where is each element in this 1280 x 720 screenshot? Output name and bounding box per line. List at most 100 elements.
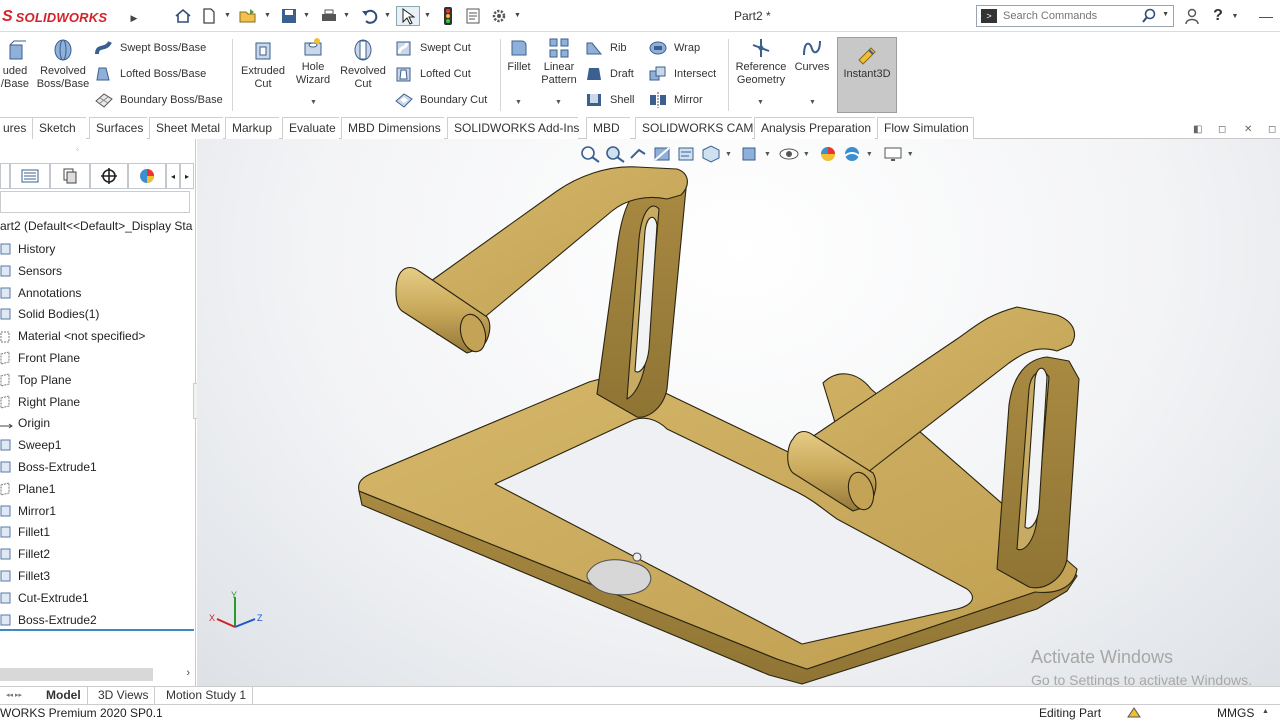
tab-flow-simulation[interactable]: Flow Simulation	[877, 117, 974, 139]
save-icon[interactable]	[278, 6, 300, 26]
extruded-boss-button[interactable]: uded /Base	[0, 37, 32, 91]
tab-motion-study[interactable]: Motion Study 1	[160, 687, 254, 704]
open-folder-icon[interactable]	[236, 6, 260, 26]
rebuild-status-icon[interactable]	[1126, 705, 1142, 720]
shell-button[interactable]: Shell	[584, 89, 634, 111]
tree-item-material-not-specified[interactable]: Material <not specified>	[0, 326, 145, 346]
boundary-boss-button[interactable]: Boundary Boss/Base	[94, 89, 223, 111]
hide-show-items-icon[interactable]	[777, 144, 801, 164]
tree-item-fillet2[interactable]: Fillet2	[0, 544, 50, 564]
close-window-icon[interactable]: ✕	[1244, 124, 1252, 135]
intersect-button[interactable]: Intersect	[648, 63, 716, 85]
chevron-down-icon[interactable]: ▼	[757, 99, 764, 106]
dynamic-annotation-icon[interactable]	[675, 144, 699, 164]
chevron-down-icon[interactable]: ▼	[809, 99, 816, 106]
chevron-down-icon[interactable]: ▼	[907, 151, 914, 158]
help-icon[interactable]: ?	[1208, 6, 1228, 26]
section-view-icon[interactable]	[651, 144, 675, 164]
tab-surfaces[interactable]: Surfaces	[89, 117, 147, 139]
chevron-left-icon[interactable]: ◂	[166, 163, 180, 189]
previous-view-icon[interactable]	[627, 144, 651, 164]
zoom-to-area-icon[interactable]	[603, 144, 627, 164]
feature-tree-scrollbar[interactable]: ›	[0, 667, 196, 681]
display-style-icon[interactable]	[738, 144, 762, 164]
user-account-icon[interactable]	[1182, 6, 1202, 26]
tree-item-sensors[interactable]: Sensors	[0, 261, 62, 281]
tree-item-plane1[interactable]: Plane1	[0, 479, 55, 499]
tab-3d-views[interactable]: 3D Views	[92, 687, 156, 704]
tree-item-sweep1[interactable]: Sweep1	[0, 435, 61, 455]
tab-model[interactable]: Model	[40, 687, 88, 704]
restore-view-icon[interactable]: ◧	[1193, 124, 1202, 135]
file-properties-icon[interactable]	[462, 6, 484, 26]
display-manager-icon[interactable]	[128, 163, 166, 189]
chevron-up-icon[interactable]: ▲	[1262, 708, 1269, 715]
tree-item-annotations[interactable]: Annotations	[0, 283, 81, 303]
view-settings-icon[interactable]	[881, 144, 905, 164]
curves-button[interactable]: Curves	[792, 37, 832, 74]
chevron-down-icon[interactable]: ▼	[303, 12, 310, 19]
chevron-down-icon[interactable]: ▼	[725, 151, 732, 158]
tab-sheet-metal[interactable]: Sheet Metal	[149, 117, 223, 139]
hole-wizard-button[interactable]: Hole Wizard	[292, 37, 334, 87]
solidworks-logo[interactable]: S SOLIDWORKS	[0, 8, 107, 26]
home-icon[interactable]	[172, 6, 194, 26]
feature-tree-filter[interactable]	[0, 191, 190, 213]
options-gear-icon[interactable]	[488, 6, 510, 26]
tab-mbd[interactable]: MBD	[586, 117, 630, 139]
tab-markup[interactable]: Markup	[225, 117, 279, 139]
tab-analysis-preparation[interactable]: Analysis Preparation	[754, 117, 875, 139]
instant3d-button[interactable]: Instant3D	[837, 37, 897, 113]
tab-solidworks-cam[interactable]: SOLIDWORKS CAM	[635, 117, 753, 139]
fillet-button[interactable]: Fillet	[502, 37, 536, 74]
tree-item-top-plane[interactable]: Top Plane	[0, 370, 71, 390]
chevron-down-icon[interactable]: ▼	[384, 12, 391, 19]
tree-item-fillet3[interactable]: Fillet3	[0, 566, 50, 586]
scrollbar-thumb[interactable]	[0, 668, 153, 681]
tab-mbd-dimensions[interactable]: MBD Dimensions	[341, 117, 444, 139]
tab-scroll-arrows-icon[interactable]: ◂◂ ▸▸	[6, 691, 22, 699]
rollback-bar[interactable]	[0, 629, 194, 631]
tree-item-cut-extrude1[interactable]: Cut-Extrude1	[0, 588, 89, 608]
chevron-down-icon[interactable]: ▼	[424, 12, 431, 19]
lofted-boss-button[interactable]: Lofted Boss/Base	[94, 63, 206, 85]
tab-solidworks-add-ins[interactable]: SOLIDWORKS Add-Ins	[447, 117, 579, 139]
chevron-down-icon[interactable]: ▼	[224, 12, 231, 19]
tab-sketch[interactable]: Sketch	[32, 117, 86, 139]
chevron-down-icon[interactable]: ▼	[764, 151, 771, 158]
chevron-right-icon[interactable]: ▶	[126, 10, 142, 26]
tab-features[interactable]: ures	[0, 117, 32, 139]
configuration-manager-icon[interactable]	[50, 163, 90, 189]
rebuild-traffic-light-icon[interactable]	[438, 6, 458, 26]
wrap-button[interactable]: Wrap	[648, 37, 700, 59]
property-manager-icon[interactable]	[10, 163, 50, 189]
lofted-cut-button[interactable]: Lofted Cut	[394, 63, 471, 85]
chevron-down-icon[interactable]: ▼	[1230, 6, 1240, 26]
chevron-down-icon[interactable]: ▼	[803, 151, 810, 158]
tree-item-mirror1[interactable]: Mirror1	[0, 501, 56, 521]
minimize-icon[interactable]: —	[1256, 6, 1276, 26]
feature-tree-root[interactable]: art2 (Default<<Default>_Display Sta	[0, 219, 192, 233]
edit-appearance-icon[interactable]	[816, 144, 840, 164]
tree-item-boss-extrude2[interactable]: Boss-Extrude2	[0, 610, 97, 630]
dimxpert-manager-icon[interactable]	[90, 163, 128, 189]
apply-scene-icon[interactable]	[840, 144, 864, 164]
select-pointer-icon[interactable]	[396, 6, 420, 26]
chevron-down-icon[interactable]: ▼	[264, 12, 271, 19]
tree-item-front-plane[interactable]: Front Plane	[0, 348, 80, 368]
chevron-right-icon[interactable]: ▸	[180, 163, 194, 189]
chevron-down-icon[interactable]: ▼	[310, 99, 317, 106]
print-icon[interactable]	[318, 6, 340, 26]
draft-button[interactable]: Draft	[584, 63, 634, 85]
mirror-button[interactable]: Mirror	[648, 89, 703, 111]
tab-evaluate[interactable]: Evaluate	[282, 117, 339, 139]
view-orientation-icon[interactable]	[699, 144, 723, 164]
chevron-down-icon[interactable]: ▼	[514, 12, 521, 19]
tree-item-fillet1[interactable]: Fillet1	[0, 522, 50, 542]
chevron-right-icon[interactable]: ›	[186, 667, 190, 679]
search-icon[interactable]	[1141, 8, 1157, 27]
rib-button[interactable]: Rib	[584, 37, 627, 59]
swept-cut-button[interactable]: Swept Cut	[394, 37, 471, 59]
tree-item-boss-extrude1[interactable]: Boss-Extrude1	[0, 457, 97, 477]
new-document-icon[interactable]	[198, 6, 220, 26]
